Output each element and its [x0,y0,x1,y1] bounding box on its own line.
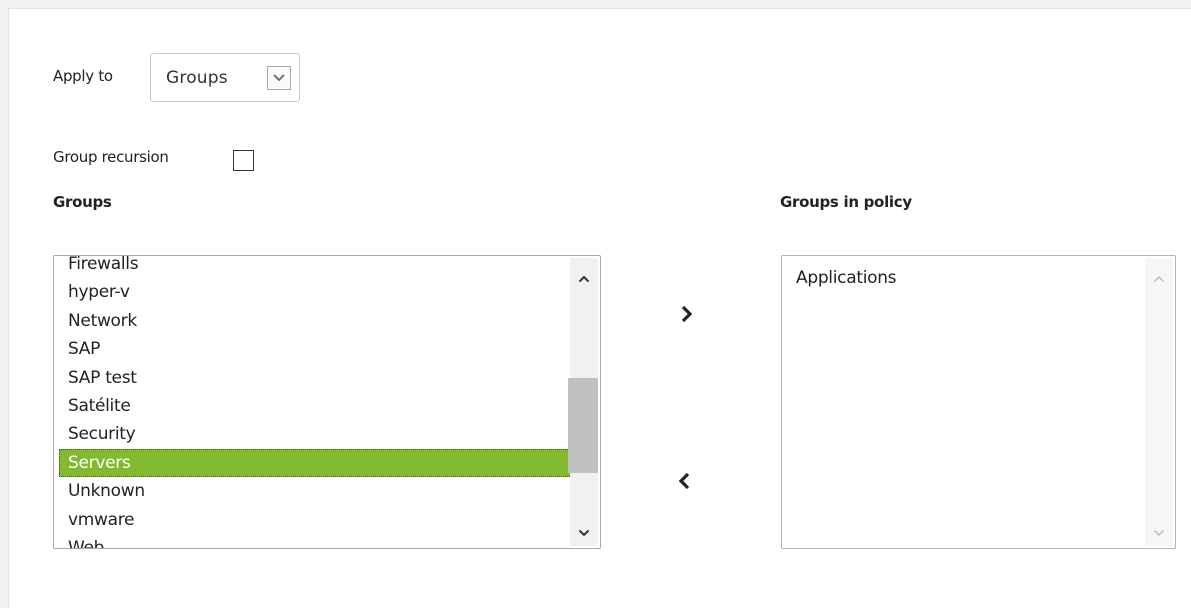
group-recursion-label: Group recursion [53,148,169,166]
apply-to-select[interactable]: Groups [150,53,300,102]
list-item[interactable]: Servers [59,448,578,477]
policy-groups-panel: Apply to Groups Group recursion Groups G… [8,8,1191,608]
list-item[interactable]: SAP test [59,364,578,392]
add-to-policy-button[interactable] [672,297,702,331]
group-recursion-checkbox[interactable] [233,150,254,171]
list-item[interactable]: Firewalls [59,256,578,278]
list-item[interactable]: hyper-v [59,278,578,306]
policy-scrollbar[interactable] [1145,258,1173,546]
list-item[interactable]: Satélite [59,392,578,420]
apply-to-value: Groups [166,68,228,88]
groups-scrollbar[interactable] [568,258,598,546]
policy-scroll-down-button[interactable] [1145,520,1173,546]
list-item[interactable]: Unknown [59,477,578,505]
list-item[interactable]: Applications [787,264,1153,292]
apply-to-label: Apply to [53,67,113,85]
list-item[interactable]: SAP [59,335,578,363]
scroll-up-button[interactable] [570,266,598,292]
list-item[interactable]: vmware [59,506,578,534]
groups-in-policy-heading: Groups in policy [780,193,912,211]
list-item[interactable]: Security [59,420,578,448]
chevron-right-icon [681,305,693,323]
policy-scroll-up-button[interactable] [1145,266,1173,292]
list-item[interactable]: Network [59,307,578,335]
list-item[interactable]: Web [59,534,578,548]
chevron-left-icon [678,472,690,490]
groups-scrollbar-thumb[interactable] [568,378,598,473]
scroll-down-button[interactable] [570,520,598,546]
groups-list: Firewalls hyper-v Network SAP SAP test Satéli… [54,256,582,548]
groups-heading: Groups [53,193,112,211]
groups-listbox[interactable]: Firewalls hyper-v Network SAP SAP test Satéli… [53,255,601,549]
remove-from-policy-button[interactable] [669,464,699,498]
groups-in-policy-list: Applications [782,256,1157,548]
groups-in-policy-listbox[interactable]: Applications [781,255,1176,549]
chevron-down-icon[interactable] [267,66,291,90]
